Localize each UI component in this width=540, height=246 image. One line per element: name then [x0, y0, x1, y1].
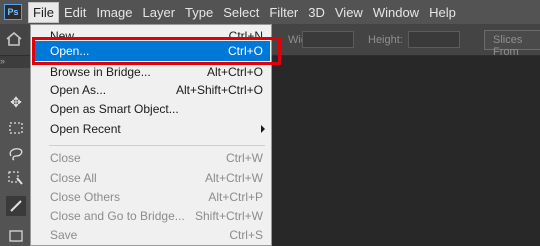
move-tool-icon[interactable]: ✥ — [6, 92, 26, 112]
menu-item-label: Browse in Bridge... — [50, 65, 151, 79]
menu-item-save[interactable]: Save Ctrl+S — [32, 225, 270, 245]
submenu-arrow-icon — [261, 125, 265, 133]
menu-item-label: Save — [50, 228, 78, 242]
menu-item-open-as-smart-object[interactable]: Open as Smart Object... — [32, 99, 270, 119]
menu-3d[interactable]: 3D — [303, 2, 330, 23]
menu-item-shortcut: Ctrl+O — [227, 44, 263, 58]
menu-item-shortcut: Alt+Ctrl+P — [208, 190, 263, 204]
panel-collapse-icon[interactable]: » — [0, 56, 30, 68]
photoshop-logo: Ps — [4, 4, 22, 20]
tools-panel: » ✥ — [0, 56, 30, 246]
height-field[interactable] — [408, 31, 460, 48]
menu-item-label: Close — [50, 151, 81, 165]
menu-item-close[interactable]: Close Ctrl+W — [32, 148, 270, 168]
menu-item-open-recent[interactable]: Open Recent — [32, 119, 270, 139]
menu-item-shortcut: Ctrl+W — [226, 151, 263, 165]
menu-file[interactable]: File — [28, 1, 59, 23]
menu-edit[interactable]: Edit — [59, 2, 91, 23]
quick-select-tool-icon[interactable] — [6, 168, 26, 188]
width-field[interactable] — [302, 31, 354, 48]
marquee-tool-icon[interactable] — [6, 118, 26, 138]
menu-item-shortcut: Alt+Ctrl+W — [204, 171, 263, 185]
height-label: Height: — [368, 34, 403, 46]
home-icon[interactable] — [6, 32, 22, 46]
menu-item-label: Open Recent — [50, 122, 121, 136]
menu-item-label: Open... — [50, 44, 90, 58]
menu-view[interactable]: View — [330, 2, 368, 23]
menu-image[interactable]: Image — [91, 2, 137, 23]
menu-item-shortcut: Shift+Ctrl+W — [194, 209, 263, 223]
menu-layer[interactable]: Layer — [138, 2, 181, 23]
menu-filter[interactable]: Filter — [264, 2, 303, 23]
menu-item-browse-in-bridge[interactable]: Browse in Bridge... Alt+Ctrl+O — [32, 62, 270, 82]
lasso-tool-icon[interactable] — [6, 144, 26, 164]
menu-item-label: Close and Go to Bridge... — [50, 209, 185, 223]
slices-from-button[interactable]: Slices From — [484, 30, 540, 58]
menu-item-shortcut: Alt+Ctrl+O — [206, 65, 263, 79]
menu-item-label: Open as Smart Object... — [50, 102, 179, 116]
menu-separator — [49, 145, 265, 146]
menu-item-open-as[interactable]: Open As... Alt+Shift+Ctrl+O — [32, 80, 270, 100]
menu-help[interactable]: Help — [424, 2, 461, 23]
menu-item-close-all[interactable]: Close All Alt+Ctrl+W — [32, 168, 270, 188]
menu-type[interactable]: Type — [180, 2, 218, 23]
menu-window[interactable]: Window — [368, 2, 424, 23]
frame-tool-icon[interactable] — [6, 226, 26, 246]
menu-item-close-and-go-to-bridge[interactable]: Close and Go to Bridge... Shift+Ctrl+W — [32, 206, 270, 226]
crop-tool-icon[interactable] — [6, 196, 26, 216]
menu-item-label: Close All — [50, 171, 97, 185]
file-menu-dropdown: New... Ctrl+N Open... Ctrl+O Browse in B… — [30, 24, 272, 246]
menu-item-label: Open As... — [50, 83, 107, 97]
menu-item-close-others[interactable]: Close Others Alt+Ctrl+P — [32, 187, 270, 207]
menu-item-shortcut: Ctrl+S — [229, 228, 263, 242]
menu-item-label: Close Others — [50, 190, 121, 204]
menu-select[interactable]: Select — [218, 2, 264, 23]
menu-item-open[interactable]: Open... Ctrl+O — [32, 41, 270, 61]
menu-item-shortcut: Alt+Shift+Ctrl+O — [175, 83, 263, 97]
menu-bar: Ps File Edit Image Layer Type Select Fil… — [0, 0, 540, 24]
